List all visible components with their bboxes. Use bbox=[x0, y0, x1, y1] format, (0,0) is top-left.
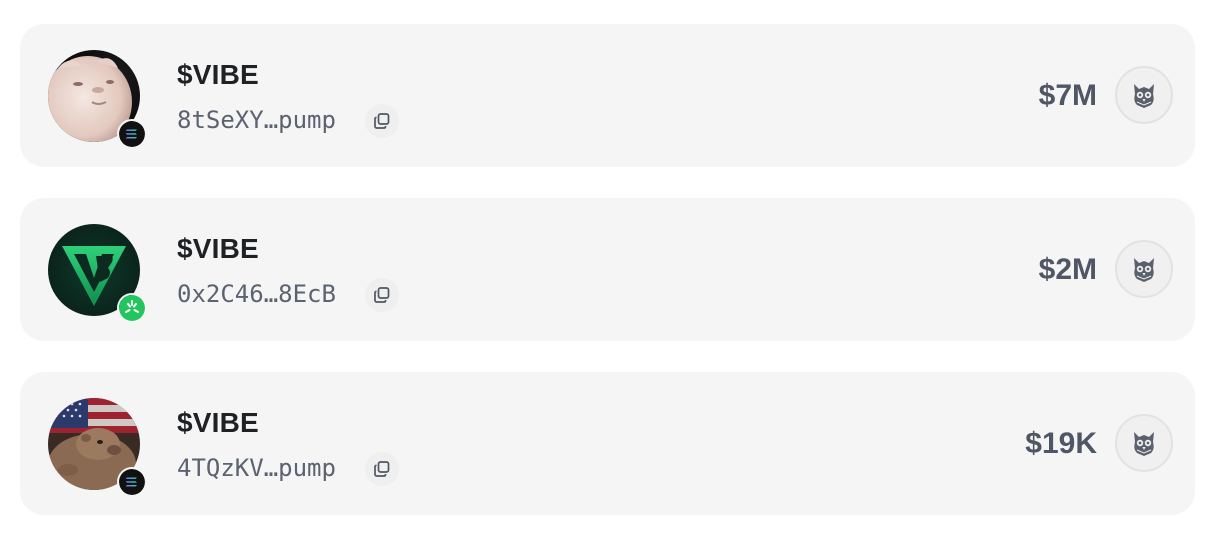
green-chain-icon bbox=[117, 293, 147, 323]
token-card[interactable]: $VIBE 0x2C46…8EcB $2M bbox=[20, 198, 1195, 341]
token-address: 0x2C46…8EcB bbox=[177, 280, 336, 308]
owl-icon bbox=[1134, 84, 1154, 108]
copy-address-button[interactable] bbox=[365, 452, 399, 486]
token-card[interactable]: $VIBE 4TQzKV…pump $19K bbox=[20, 372, 1195, 515]
solana-icon bbox=[117, 119, 147, 149]
token-list: $VIBE 8tSeXY…pump $7M $VIBE 0x2C46…8EcB … bbox=[0, 0, 1210, 540]
owl-action-button[interactable] bbox=[1115, 414, 1173, 472]
copy-icon bbox=[374, 461, 390, 477]
token-address: 4TQzKV…pump bbox=[177, 454, 336, 482]
copy-address-button[interactable] bbox=[365, 278, 399, 312]
copy-icon bbox=[374, 113, 390, 129]
owl-action-button[interactable] bbox=[1115, 66, 1173, 124]
copy-icon bbox=[374, 287, 390, 303]
owl-action-button[interactable] bbox=[1115, 240, 1173, 298]
copy-address-button[interactable] bbox=[365, 104, 399, 138]
token-ticker: $VIBE bbox=[177, 59, 259, 90]
token-ticker: $VIBE bbox=[177, 407, 259, 438]
market-cap: $7M bbox=[1038, 79, 1097, 112]
token-card[interactable]: $VIBE 8tSeXY…pump $7M bbox=[20, 24, 1195, 167]
token-ticker: $VIBE bbox=[177, 233, 259, 264]
solana-icon bbox=[117, 467, 147, 497]
market-cap: $2M bbox=[1038, 253, 1097, 286]
token-address: 8tSeXY…pump bbox=[177, 106, 336, 134]
owl-icon bbox=[1134, 258, 1154, 282]
owl-icon bbox=[1134, 432, 1154, 456]
market-cap: $19K bbox=[1025, 427, 1097, 460]
